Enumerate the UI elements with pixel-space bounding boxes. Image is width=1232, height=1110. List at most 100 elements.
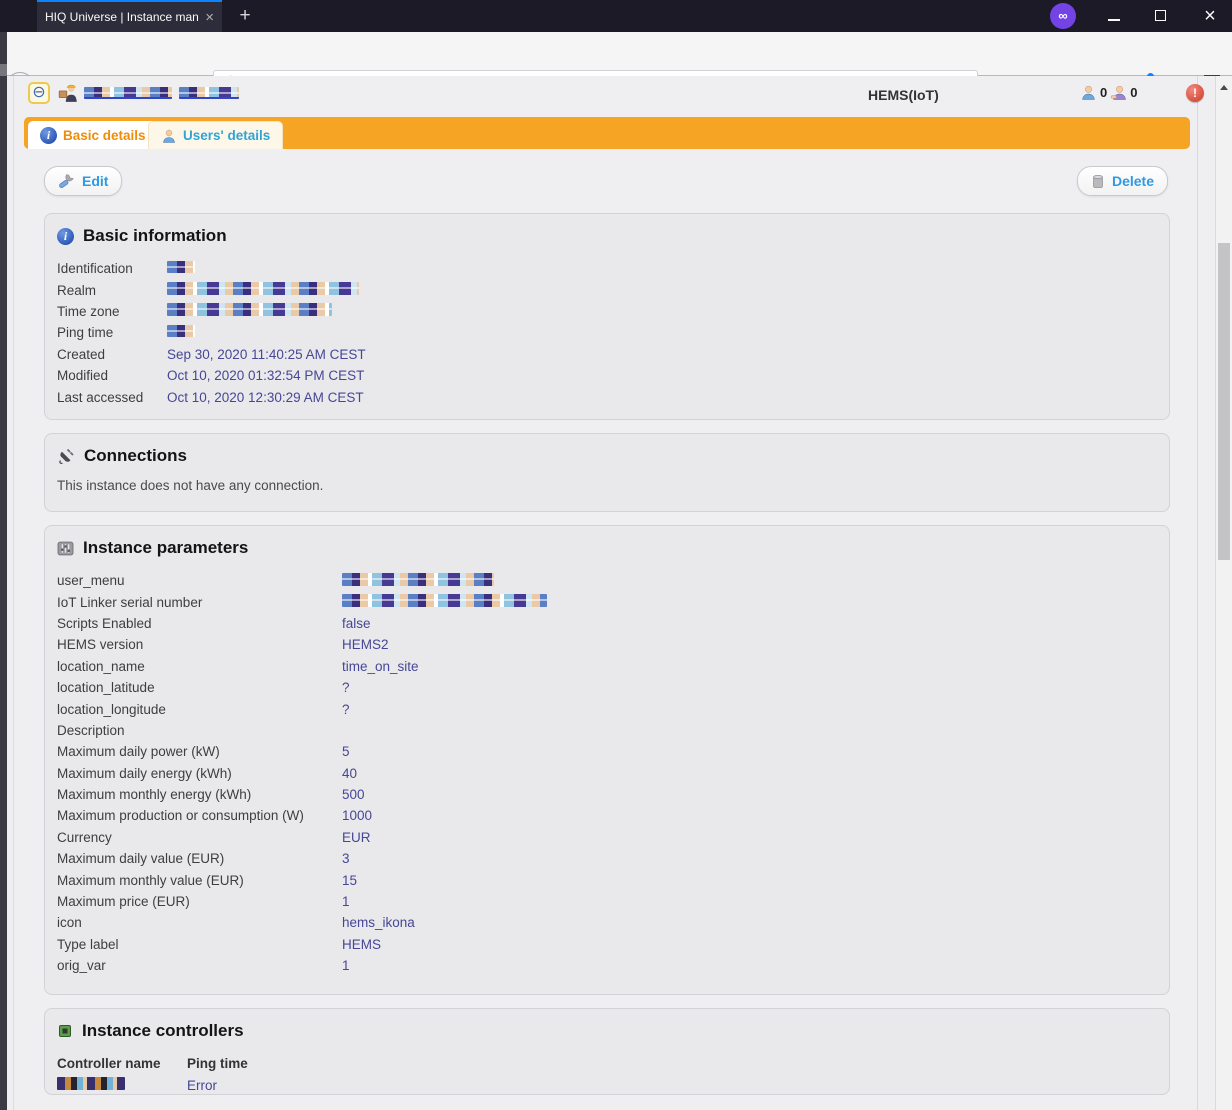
panel-title: Basic information [83,226,227,245]
delete-label: Delete [1111,173,1154,189]
row-value: 3 [342,851,350,867]
row-label: Type label [57,936,119,952]
info-row: Created Sep 30, 2020 11:40:25 AM CEST [45,344,1169,365]
row-label: IoT Linker serial number [57,594,203,610]
tab-banner: i Basic details Users' details [24,117,1190,149]
row-value: 1 [342,894,350,910]
redacted-value [167,303,332,317]
row-value: 1000 [342,808,373,824]
users-count: 0 [1100,85,1108,100]
param-row: Maximum monthly energy (kWh) 500 [45,784,1169,805]
param-row: Maximum monthly value (EUR) 15 [45,869,1169,890]
new-tab-button[interactable]: + [232,3,258,29]
scrollbar-up-arrow[interactable] [1220,85,1228,90]
redacted-value [167,282,359,296]
trash-icon [1093,175,1103,188]
row-value: HEMS2 [342,637,389,653]
parameters-icon [57,541,74,555]
redacted-controller-name [57,1077,125,1091]
info-row: Identification [45,258,1169,279]
browser-tab[interactable]: HIQ Universe | Instance manager × [37,0,222,32]
action-buttons-row: Edit Delete [44,166,1168,196]
panel-title: Instance parameters [83,538,249,557]
panels: i Basic information Identification Realm… [44,213,1170,1108]
redacted-text [179,87,239,99]
row-value: EUR [342,829,371,845]
collapse-button[interactable]: ⊖ [28,82,50,104]
scrollbar[interactable] [1215,76,1232,1110]
row-label: location_longitude [57,701,166,717]
alert-icon[interactable]: ! [1186,84,1204,102]
user-icon [1082,85,1095,100]
page-content: ⊖ HEMS(IoT) 0 0 ! i Basic details Users'… [0,32,1232,1110]
panel-header: Instance controllers [45,1021,1169,1041]
row-value: 5 [342,744,350,760]
row-label: Modified [57,368,109,384]
row-label: Created [57,346,106,362]
row-label: Maximum daily power (kW) [57,744,220,760]
controller-row: Error [45,1074,1169,1095]
connections-panel: Connections This instance does not have … [44,433,1170,512]
row-label: Description [57,722,125,738]
tab-basic-details[interactable]: i Basic details [28,121,158,149]
redacted-value [167,325,195,338]
row-label: Maximum production or consumption (W) [57,808,304,824]
row-label: location_name [57,658,145,674]
param-row: Maximum daily power (kW) 5 [45,741,1169,762]
controller-ping-status: Error [187,1077,217,1093]
row-value: ? [342,701,350,717]
row-label: Last accessed [57,389,144,405]
row-label: Identification [57,261,133,277]
row-value: time_on_site [342,658,419,674]
param-row: location_name time_on_site [45,656,1169,677]
param-row: orig_var 1 [45,955,1169,976]
controller-chip-icon [59,1025,71,1037]
row-label: Maximum monthly energy (kWh) [57,787,252,803]
row-value: 1 [342,958,350,974]
row-label: Maximum daily value (EUR) [57,851,225,867]
row-label: Maximum daily energy (kWh) [57,765,232,781]
row-value: false [342,615,371,631]
browser-navbar: ← → ↻ ⌂ https://my.hiq-universe.com/rs/s… [0,32,1232,101]
param-row: Maximum production or consumption (W) 10… [45,805,1169,826]
controllers-table-header: Controller name Ping time [45,1053,1169,1074]
redacted-text [84,87,172,99]
tab-users-details[interactable]: Users' details [148,121,284,149]
info-row: Modified Oct 10, 2020 01:32:54 PM CEST [45,365,1169,386]
row-label: icon [57,915,82,931]
param-row: location_longitude ? [45,698,1169,719]
row-value: hems_ikona [342,915,415,931]
column-header: Controller name [57,1056,161,1072]
redacted-value [342,572,494,586]
edit-label: Edit [82,173,109,189]
row-value: Sep 30, 2020 11:40:25 AM CEST [167,346,366,362]
window-minimize-button[interactable] [1108,19,1120,21]
row-value: 500 [342,787,365,803]
shared-count: 0 [1130,85,1138,100]
row-label: Scripts Enabled [57,615,152,631]
info-icon: i [40,126,57,144]
row-label: Currency [57,829,112,845]
param-row: Scripts Enabled false [45,613,1169,634]
left-edge-strip [0,32,7,1110]
row-value: 40 [342,765,358,781]
row-label: user_menu [57,573,125,589]
info-row: Realm [45,279,1169,300]
row-label: Maximum monthly value (EUR) [57,872,244,888]
tab-close-icon[interactable]: × [205,9,214,26]
scrollbar-thumb[interactable] [1218,243,1230,560]
delete-button[interactable]: Delete [1076,166,1168,196]
browser-titlebar: HIQ Universe | Instance manager × + ∞ × [0,0,1232,32]
window-close-button[interactable]: × [1196,2,1224,30]
row-value: 15 [342,872,358,888]
instance-name-link-redacted[interactable] [84,87,239,99]
row-value: HEMS [342,936,382,952]
panel-header: i Basic information [45,226,1169,246]
plug-icon [59,448,74,464]
edit-button[interactable]: Edit [44,166,123,196]
redacted-value [342,594,547,608]
engineer-icon [57,81,80,108]
info-row: Time zone [45,301,1169,322]
row-label: orig_var [57,958,106,974]
window-maximize-button[interactable] [1155,10,1166,21]
